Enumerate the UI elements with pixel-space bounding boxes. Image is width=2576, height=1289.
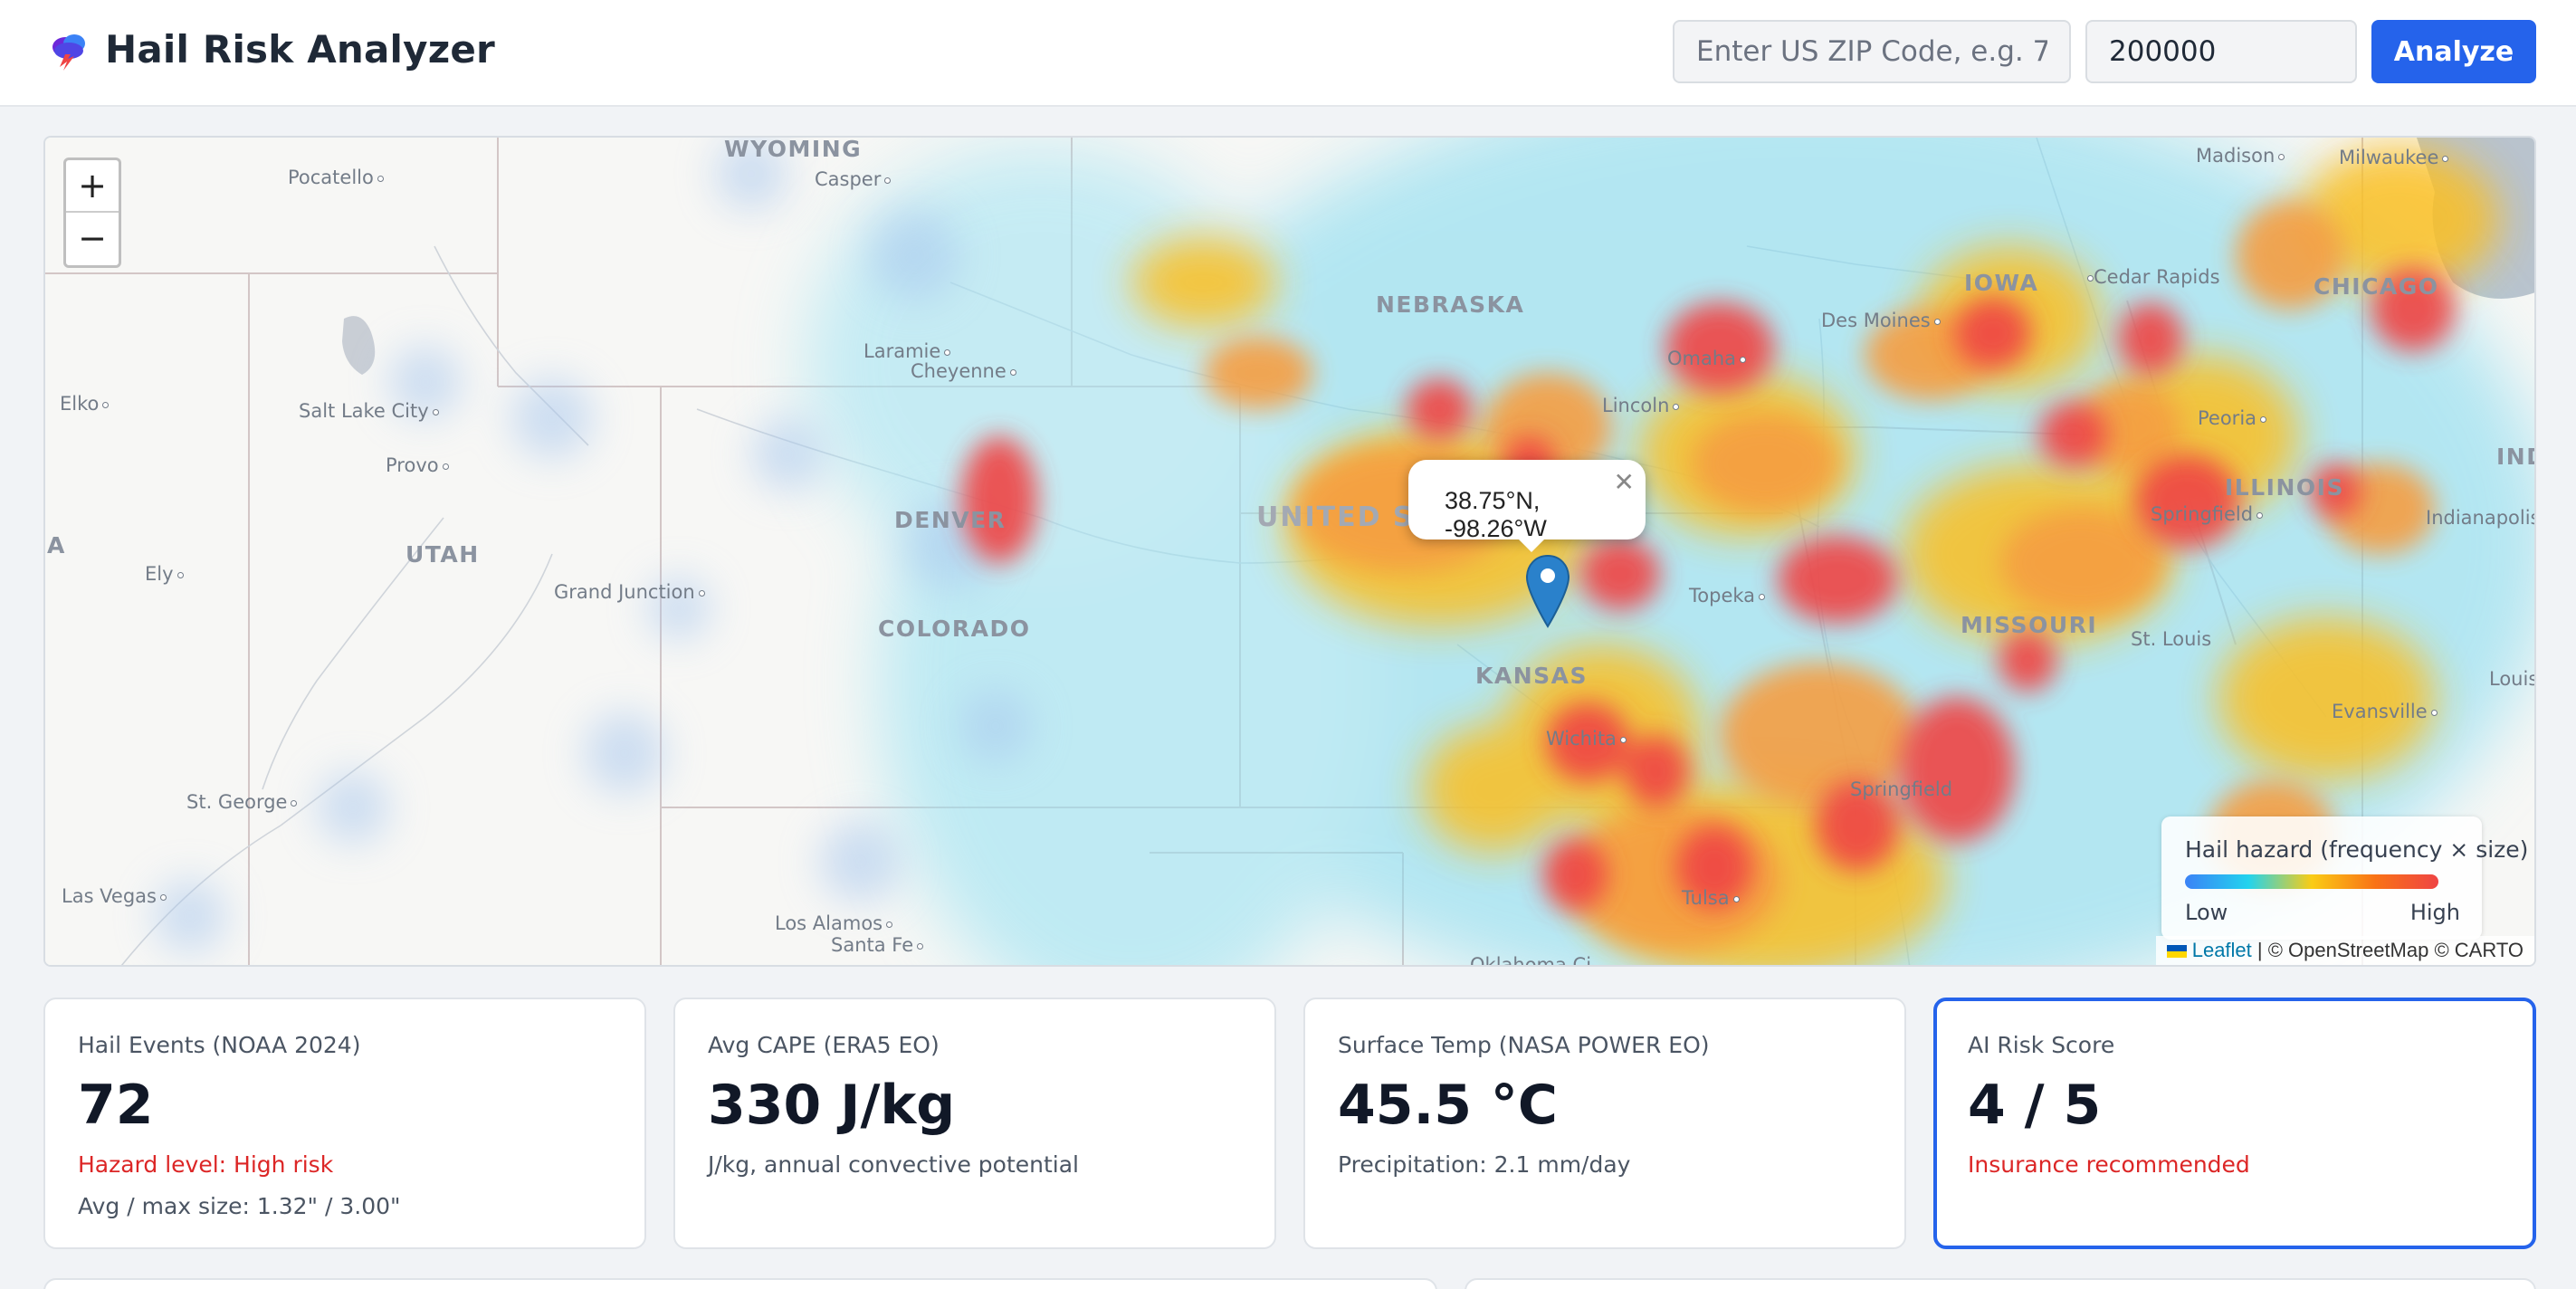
city-label: Peoria — [2198, 407, 2267, 429]
state-label-kansas: KANSAS — [1475, 663, 1589, 689]
card-label: Hail Events (NOAA 2024) — [78, 1032, 361, 1058]
zip-code-input[interactable] — [1673, 20, 2071, 83]
location-popup: 38.75°N, -98.26°W ✕ — [1408, 460, 1646, 542]
city-label: Springfield — [2151, 503, 2264, 525]
city-label: Indianapolis — [2426, 507, 2536, 529]
leaflet-link[interactable]: Leaflet — [2192, 939, 2252, 961]
city-label: Laramie — [863, 340, 951, 362]
cape-card: Avg CAPE (ERA5 EO) 330 J/kg J/kg, annual… — [673, 998, 1276, 1249]
legend-low-label: Low — [2185, 900, 2228, 925]
city-label: Omaha — [1667, 348, 1747, 369]
card-value: 330 J/kg — [708, 1074, 956, 1137]
card-value: 4 / 5 — [1968, 1074, 2102, 1137]
card-subtext: Precipitation: 2.1 mm/day — [1338, 1151, 1631, 1178]
city-label-denver: DENVER — [894, 507, 1007, 533]
app-title: Hail Risk Analyzer — [105, 27, 495, 72]
city-label: Evansville — [2332, 701, 2438, 722]
zoom-in-button[interactable]: + — [66, 160, 119, 213]
state-label-missouri: MISSOURI — [1961, 612, 2098, 638]
city-label: Cedar Rapids — [2084, 266, 2220, 288]
city-label: Milwaukee — [2339, 147, 2449, 168]
card-value: 72 — [78, 1074, 154, 1137]
hail-map[interactable]: WYOMING NEBRASKA IOWA UTAH COLORADO KANS… — [43, 136, 2536, 967]
hail-events-card: Hail Events (NOAA 2024) 72 Hazard level:… — [43, 998, 646, 1249]
city-label: Ely — [145, 563, 184, 585]
city-label: Topeka — [1689, 585, 1766, 606]
ai-risk-score-card: AI Risk Score 4 / 5 Insurance recommende… — [1933, 998, 2536, 1249]
amount-input[interactable] — [2085, 20, 2357, 83]
city-label: Elko — [60, 393, 110, 415]
card-value: 45.5 °C — [1338, 1074, 1558, 1137]
card-label: Avg CAPE (ERA5 EO) — [708, 1032, 940, 1058]
card-label: AI Risk Score — [1968, 1032, 2115, 1058]
city-label: Salt Lake City — [299, 400, 439, 422]
popup-tip — [1515, 536, 1548, 552]
city-label: Louis — [2489, 668, 2536, 690]
hail-size-text: Avg / max size: 1.32" / 3.00" — [78, 1193, 401, 1219]
city-label: Provo — [386, 454, 449, 476]
state-label-iowa: IOWA — [1964, 270, 2039, 296]
legend-title: Hail hazard (frequency × size) — [2185, 836, 2529, 863]
location-marker-icon[interactable] — [1524, 554, 1571, 628]
app-header: Hail Risk Analyzer Analyze — [0, 0, 2576, 107]
state-label-indiana: IND — [2496, 444, 2534, 470]
state-label-nebraska: NEBRASKA — [1376, 291, 1525, 318]
lower-panel-right — [1465, 1278, 2536, 1289]
hazard-level-text: Hazard level: High risk — [78, 1151, 334, 1178]
heatmap-legend: Hail hazard (frequency × size) Low High — [2161, 816, 2528, 940]
city-label: Springfield — [1850, 778, 1953, 800]
city-label: Tulsa — [1682, 887, 1740, 909]
city-label: Los Alamos — [775, 912, 893, 934]
city-label: Des Moines — [1821, 310, 1941, 331]
card-subtext: J/kg, annual convective potential — [708, 1151, 1079, 1178]
state-label-illinois: ILLINOIS — [2225, 474, 2344, 501]
legend-gradient — [2185, 874, 2438, 889]
city-label: Wichita — [1546, 728, 1627, 750]
card-label: Surface Temp (NASA POWER EO) — [1338, 1032, 1710, 1058]
zoom-control: + − — [63, 158, 121, 268]
city-label: St. George — [186, 791, 298, 813]
lower-panel-left — [43, 1278, 1437, 1289]
map-attribution: Leaflet | © OpenStreetMap © CARTO — [2155, 936, 2534, 965]
city-label: Lincoln — [1602, 395, 1680, 416]
state-label-utah: UTAH — [405, 541, 480, 568]
analyze-button[interactable]: Analyze — [2371, 20, 2536, 83]
legend-high-label: High — [2409, 900, 2460, 925]
zoom-out-button[interactable]: − — [66, 213, 119, 265]
state-label-partial: A — [47, 532, 66, 559]
city-label: Las Vegas — [62, 885, 167, 907]
city-label: Madison — [2196, 145, 2285, 167]
city-label-chicago: CHICAGO — [2314, 273, 2439, 300]
city-label: St. Louis — [2131, 628, 2212, 650]
city-label: Oklahoma Ci — [1470, 954, 1592, 967]
city-label: Grand Junction — [554, 581, 705, 603]
popup-close-button[interactable]: ✕ — [1614, 467, 1635, 497]
ukraine-flag-icon — [2166, 945, 2187, 958]
city-label: Casper — [815, 168, 892, 190]
storm-cloud-icon — [52, 34, 85, 71]
state-label-colorado: COLORADO — [878, 616, 1031, 642]
city-label: Pocatello — [288, 167, 384, 188]
city-label: Cheyenne — [911, 360, 1016, 382]
city-label: Santa Fe — [831, 934, 924, 956]
attribution-text: | © OpenStreetMap © CARTO — [2251, 939, 2524, 961]
state-label-wyoming: WYOMING — [724, 136, 863, 162]
surface-temp-card: Surface Temp (NASA POWER EO) 45.5 °C Pre… — [1303, 998, 1906, 1249]
recommendation-text: Insurance recommended — [1968, 1151, 2250, 1178]
